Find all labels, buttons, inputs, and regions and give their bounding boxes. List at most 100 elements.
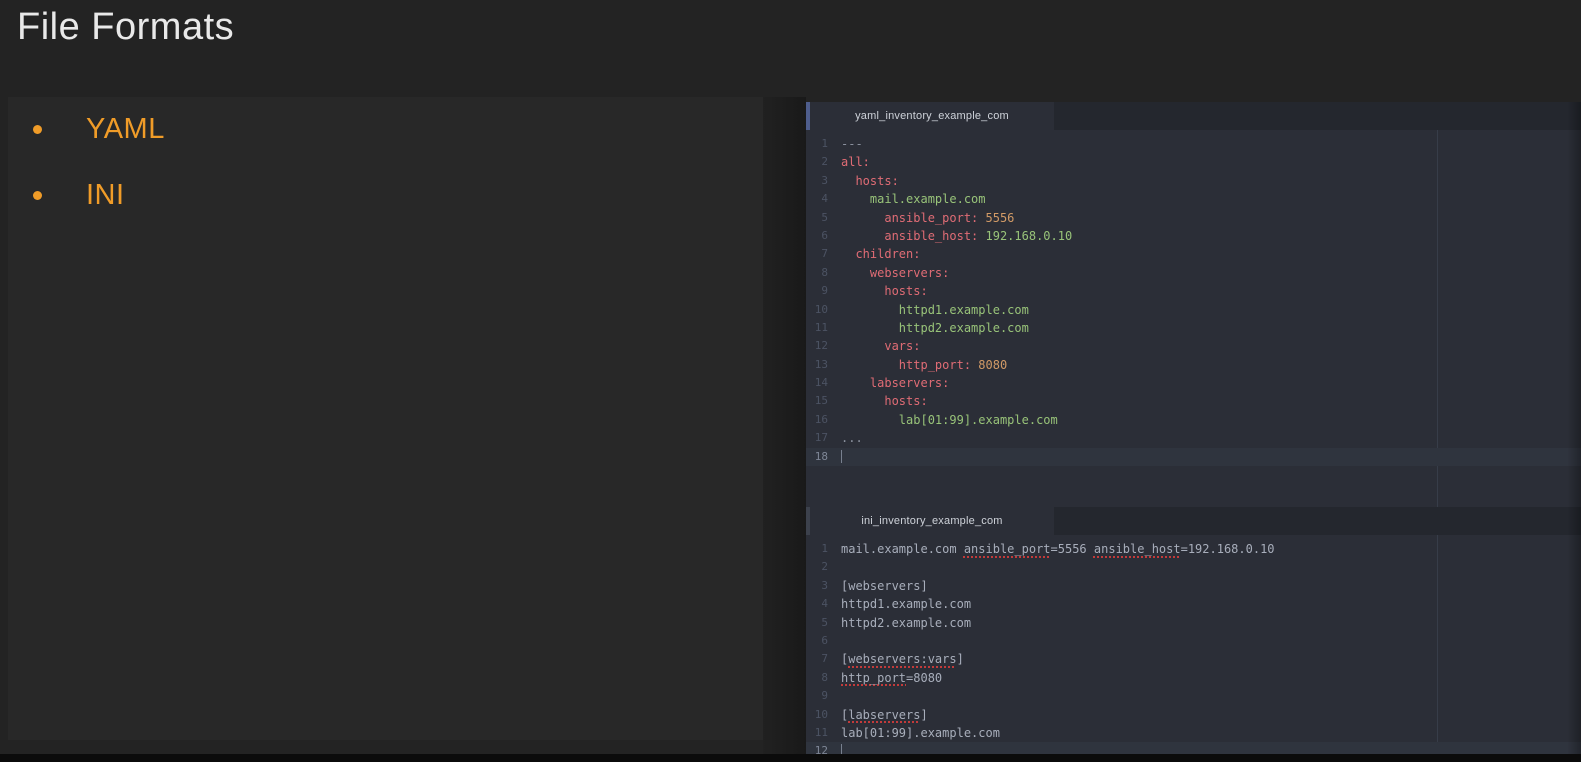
code-text: httpd1.example.com bbox=[828, 595, 971, 613]
bottom-border bbox=[0, 754, 1581, 762]
code-text: hosts: bbox=[828, 172, 899, 190]
line-number: 6 bbox=[806, 227, 828, 245]
code-line: 9 bbox=[806, 687, 1581, 705]
bullet-list: YAML INI bbox=[8, 97, 763, 213]
tab-yaml-inventory[interactable]: yaml_inventory_example_com bbox=[810, 102, 1054, 130]
line-number: 13 bbox=[806, 356, 828, 374]
code-text: --- bbox=[828, 135, 863, 153]
line-number: 12 bbox=[806, 337, 828, 355]
code-text: [webservers:vars] bbox=[828, 650, 964, 668]
code-line: 1mail.example.com ansible_port=5556 ansi… bbox=[806, 540, 1581, 558]
code-text: lab[01:99].example.com bbox=[828, 724, 1000, 742]
line-number: 11 bbox=[806, 724, 828, 742]
code-line: 6 bbox=[806, 632, 1581, 650]
code-text: httpd2.example.com bbox=[828, 614, 971, 632]
code-line: 6 ansible_host: 192.168.0.10 bbox=[806, 227, 1581, 245]
line-number: 9 bbox=[806, 282, 828, 300]
panel-gap bbox=[763, 97, 806, 754]
code-text: mail.example.com bbox=[828, 190, 986, 208]
code-editor[interactable]: 1mail.example.com ansible_port=5556 ansi… bbox=[806, 535, 1581, 762]
code-text: httpd2.example.com bbox=[828, 319, 1029, 337]
line-number: 3 bbox=[806, 577, 828, 595]
code-text: [webservers] bbox=[828, 577, 928, 595]
page-title: File Formats bbox=[17, 6, 234, 49]
code-line: 10[labservers] bbox=[806, 706, 1581, 724]
code-text: http_port: 8080 bbox=[828, 356, 1007, 374]
code-line: 14 labservers: bbox=[806, 374, 1581, 392]
code-line: 5httpd2.example.com bbox=[806, 614, 1581, 632]
code-line: 8 webservers: bbox=[806, 264, 1581, 282]
line-number: 5 bbox=[806, 614, 828, 632]
code-text: ... bbox=[828, 429, 863, 447]
code-lines: 1mail.example.com ansible_port=5556 ansi… bbox=[806, 540, 1581, 761]
line-number: 16 bbox=[806, 411, 828, 429]
code-text: http_port=8080 bbox=[828, 669, 942, 687]
line-number: 7 bbox=[806, 245, 828, 263]
code-line: 1--- bbox=[806, 135, 1581, 153]
code-text bbox=[828, 687, 841, 705]
bullet-label: YAML bbox=[86, 113, 165, 146]
code-text: webservers: bbox=[828, 264, 949, 282]
line-number: 2 bbox=[806, 558, 828, 576]
code-line: 11lab[01:99].example.com bbox=[806, 724, 1581, 742]
code-line: 11 httpd2.example.com bbox=[806, 319, 1581, 337]
bullet-item-yaml: YAML bbox=[8, 111, 763, 147]
line-number: 4 bbox=[806, 190, 828, 208]
code-text: labservers: bbox=[828, 374, 949, 392]
code-line: 8http_port=8080 bbox=[806, 669, 1581, 687]
code-line: 17... bbox=[806, 429, 1581, 447]
code-line: 16 lab[01:99].example.com bbox=[806, 411, 1581, 429]
code-text: hosts: bbox=[828, 392, 928, 410]
code-text: [labservers] bbox=[828, 706, 928, 724]
code-text: ansible_host: 192.168.0.10 bbox=[828, 227, 1072, 245]
line-number: 6 bbox=[806, 632, 828, 650]
code-text: ansible_port: 5556 bbox=[828, 209, 1014, 227]
yaml-editor-panel: 1---2all:3 hosts:4 mail.example.com5 ans… bbox=[806, 102, 1581, 507]
tab-ini-inventory[interactable]: ini_inventory_example_com bbox=[810, 507, 1054, 535]
code-text bbox=[828, 448, 842, 466]
code-text bbox=[828, 558, 841, 576]
code-lines: 1---2all:3 hosts:4 mail.example.com5 ans… bbox=[806, 135, 1581, 466]
line-number: 7 bbox=[806, 650, 828, 668]
code-line: 4httpd1.example.com bbox=[806, 595, 1581, 613]
code-line: 2 bbox=[806, 558, 1581, 576]
line-number: 17 bbox=[806, 429, 828, 447]
code-line: 3 hosts: bbox=[806, 172, 1581, 190]
code-line: 7 children: bbox=[806, 245, 1581, 263]
code-text: children: bbox=[828, 245, 920, 263]
line-number: 8 bbox=[806, 669, 828, 687]
tab-bar: yaml_inventory_example_com bbox=[806, 102, 1581, 130]
code-line: 13 http_port: 8080 bbox=[806, 356, 1581, 374]
slide: File Formats YAML INI 1---2all:3 hosts:4… bbox=[0, 0, 1581, 762]
code-text: mail.example.com ansible_port=5556 ansib… bbox=[828, 540, 1275, 558]
line-number: 2 bbox=[806, 153, 828, 171]
code-line: 5 ansible_port: 5556 bbox=[806, 209, 1581, 227]
slide-content-panel: YAML INI bbox=[8, 97, 763, 740]
line-number: 3 bbox=[806, 172, 828, 190]
ini-editor-panel: 1mail.example.com ansible_port=5556 ansi… bbox=[806, 507, 1581, 762]
line-number: 14 bbox=[806, 374, 828, 392]
code-line: 10 httpd1.example.com bbox=[806, 301, 1581, 319]
line-number: 8 bbox=[806, 264, 828, 282]
text-cursor bbox=[841, 450, 842, 463]
tab-bar: ini_inventory_example_com bbox=[806, 507, 1581, 535]
bullet-icon bbox=[33, 125, 42, 134]
line-number: 11 bbox=[806, 319, 828, 337]
code-line: 4 mail.example.com bbox=[806, 190, 1581, 208]
code-line: 9 hosts: bbox=[806, 282, 1581, 300]
code-line: 15 hosts: bbox=[806, 392, 1581, 410]
code-text bbox=[828, 632, 841, 650]
code-text: lab[01:99].example.com bbox=[828, 411, 1058, 429]
code-line: 3[webservers] bbox=[806, 577, 1581, 595]
code-text: all: bbox=[828, 153, 870, 171]
code-editor[interactable]: 1---2all:3 hosts:4 mail.example.com5 ans… bbox=[806, 130, 1581, 507]
line-number: 1 bbox=[806, 540, 828, 558]
code-text: vars: bbox=[828, 337, 920, 355]
bullet-label: INI bbox=[86, 179, 125, 212]
line-number: 9 bbox=[806, 687, 828, 705]
line-number: 10 bbox=[806, 301, 828, 319]
bullet-item-ini: INI bbox=[8, 177, 763, 213]
line-number: 18 bbox=[806, 448, 828, 466]
line-number: 5 bbox=[806, 209, 828, 227]
line-number: 10 bbox=[806, 706, 828, 724]
